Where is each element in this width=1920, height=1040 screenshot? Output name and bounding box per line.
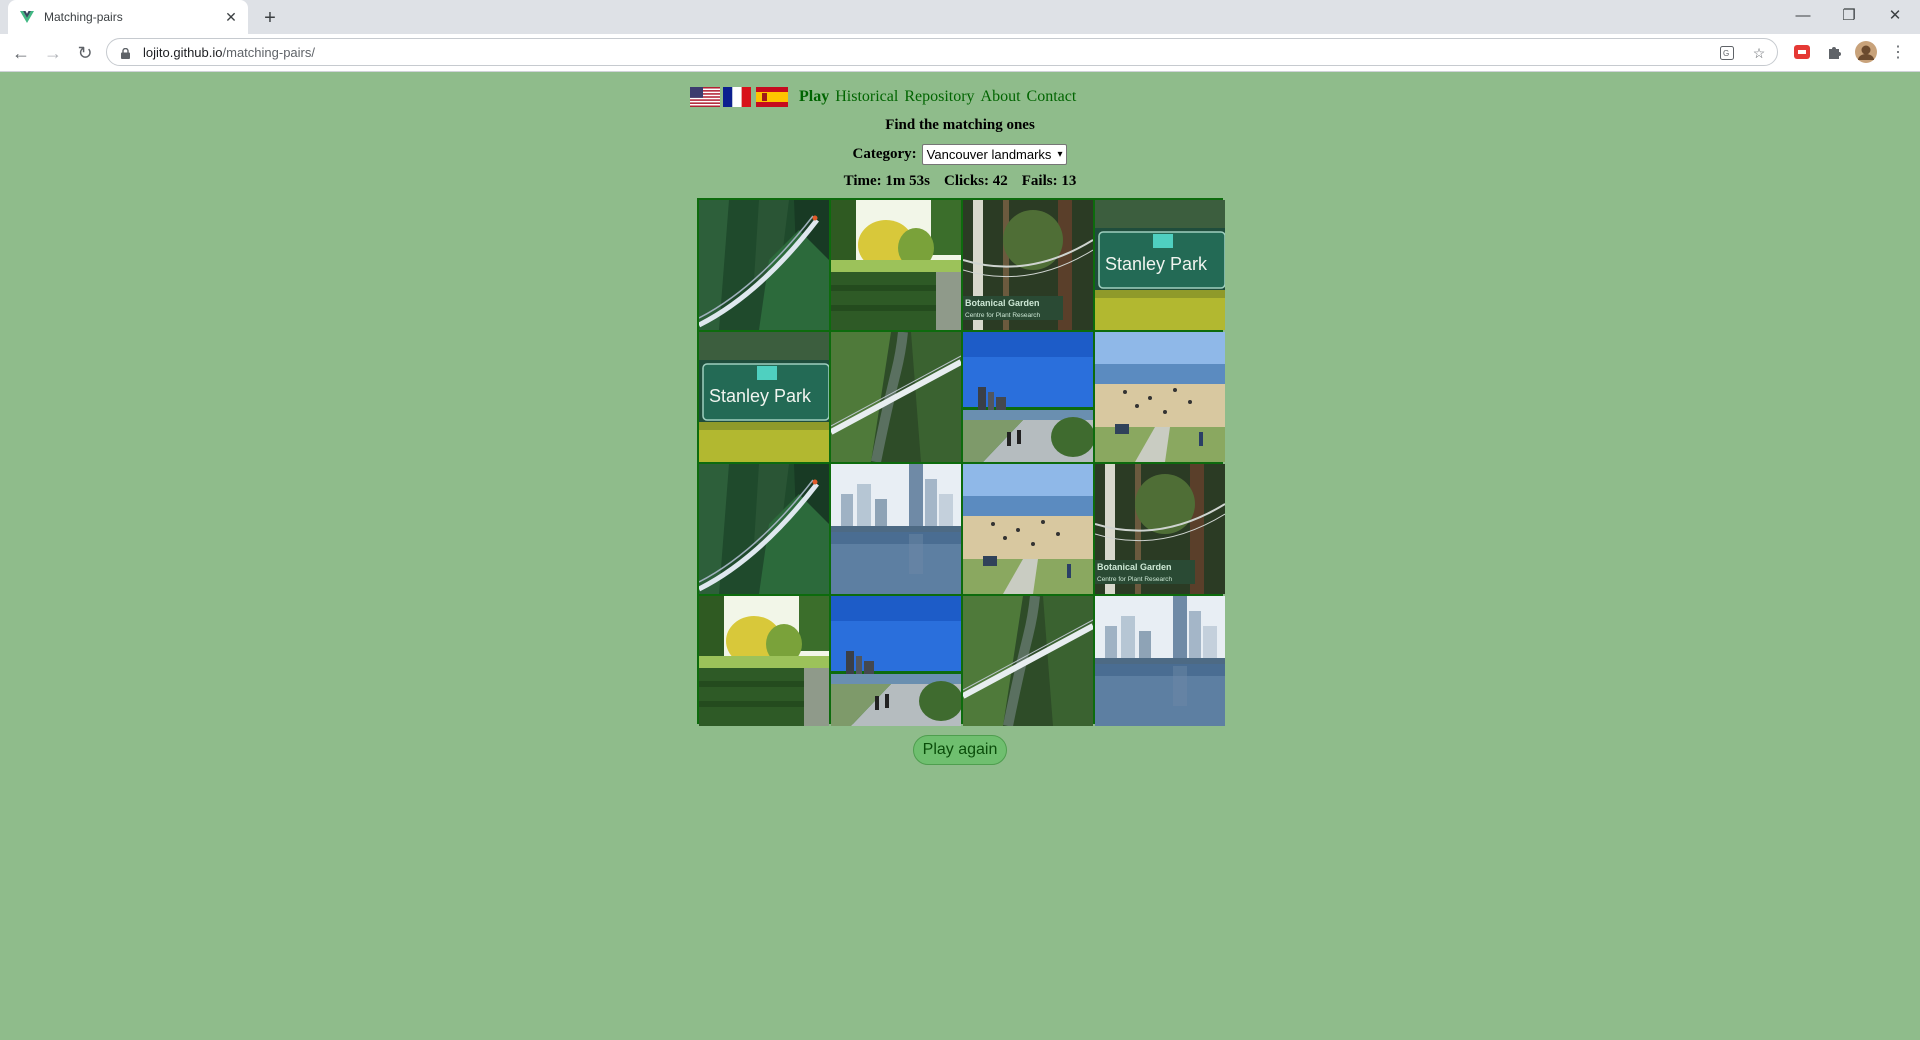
category-label: Category: <box>852 146 917 162</box>
card-capilano-bridge-canyon[interactable] <box>831 332 961 462</box>
tab-title: Matching-pairs <box>44 10 123 24</box>
card-capilano-bridge-canyon[interactable] <box>963 596 1093 726</box>
menu-kebab-icon[interactable]: ⋮ <box>1886 40 1910 64</box>
capilano-bridge-canyon-photo <box>963 596 1093 726</box>
card-stanley-park-sign[interactable]: Stanley Park <box>699 332 829 462</box>
ubc-sign-line1: Botanical Garden <box>965 298 1040 308</box>
capilano-bridge-canyon-photo <box>831 332 961 462</box>
category-row: Category: Vancouver landmarks ▾ <box>0 144 1920 165</box>
card-garden-maze[interactable] <box>699 596 829 726</box>
garden-maze-photo <box>831 200 961 330</box>
garden-maze-photo <box>699 596 829 726</box>
address-bar[interactable]: lojito.github.io/matching-pairs/ G ☆ <box>106 38 1778 66</box>
url-text: lojito.github.io/matching-pairs/ <box>143 45 315 60</box>
capilano-bridge-tall-photo <box>699 464 829 594</box>
card-capilano-bridge-tall[interactable] <box>699 200 829 330</box>
page-heading: Find the matching ones <box>885 117 1035 133</box>
nav-link-repository[interactable]: Repository <box>904 88 974 106</box>
seawall-skyline-photo <box>963 332 1093 462</box>
card-garden-maze[interactable] <box>831 200 961 330</box>
card-ubc-botanical-garden[interactable]: Botanical Garden Centre for Plant Resear… <box>963 200 1093 330</box>
tab-matching-pairs[interactable]: Matching-pairs ✕ <box>8 0 248 34</box>
es-flag-icon[interactable] <box>756 87 788 107</box>
profile-avatar[interactable] <box>1854 40 1878 64</box>
capilano-bridge-tall-photo <box>699 200 829 330</box>
ubc-botanical-garden-photo: Botanical Garden Centre for Plant Resear… <box>1095 464 1225 594</box>
new-tab-icon[interactable]: + <box>258 6 282 30</box>
nav-link-contact[interactable]: Contact <box>1027 88 1077 106</box>
bookmark-star-icon[interactable]: ☆ <box>1749 43 1769 63</box>
stanley-park-sign-photo: Stanley Park <box>699 332 829 462</box>
tab-close-icon[interactable]: ✕ <box>222 8 240 26</box>
play-again-button[interactable]: Play again <box>913 735 1007 765</box>
card-seawall-skyline[interactable] <box>963 332 1093 462</box>
time-stat: Time: 1m 53s <box>843 173 931 189</box>
card-english-bay-beach[interactable] <box>963 464 1093 594</box>
coal-harbour-towers-photo <box>1095 596 1225 726</box>
english-bay-beach-photo <box>1095 332 1225 462</box>
extension-red-icon[interactable] <box>1790 40 1814 64</box>
nav-link-historical[interactable]: Historical <box>835 88 898 106</box>
stanley-sign-text: Stanley Park <box>1105 254 1208 274</box>
english-bay-beach-photo <box>963 464 1093 594</box>
tab-bar: Matching-pairs ✕ + — ❐ ✕ <box>0 0 1920 34</box>
back-icon[interactable]: ← <box>7 39 35 67</box>
svg-text:G: G <box>1723 49 1729 58</box>
browser-toolbar: ← → ↻ lojito.github.io/matching-pairs/ G… <box>0 34 1920 72</box>
forward-icon[interactable]: → <box>39 39 67 67</box>
clicks-stat: Clicks: 42 <box>944 173 1008 189</box>
card-coal-harbour-towers[interactable] <box>831 464 961 594</box>
close-window-icon[interactable]: ✕ <box>1872 0 1918 30</box>
card-grid: Botanical Garden Centre for Plant Resear… <box>697 198 1225 726</box>
card-english-bay-beach[interactable] <box>1095 332 1225 462</box>
category-selected-value: Vancouver landmarks <box>926 147 1052 162</box>
coal-harbour-towers-photo <box>831 464 961 594</box>
category-select[interactable]: Vancouver landmarks ▾ <box>921 144 1068 165</box>
nav-link-about[interactable]: About <box>981 88 1021 106</box>
fr-flag-icon[interactable] <box>723 87 753 107</box>
game-stats: Time: 1m 53s Clicks: 42 Fails: 13 <box>0 173 1920 190</box>
fails-stat: Fails: 13 <box>1021 173 1077 189</box>
stanley-sign-text: Stanley Park <box>709 386 812 406</box>
vue-favicon-icon <box>20 10 34 24</box>
card-capilano-bridge-tall[interactable] <box>699 464 829 594</box>
seawall-skyline-photo <box>831 596 961 726</box>
card-stanley-park-sign[interactable]: Stanley Park <box>1095 200 1225 330</box>
ubc-sign-line2: Centre for Plant Research <box>965 312 1041 319</box>
nav-links: Play Historical Repository About Contact <box>799 88 1082 106</box>
lock-icon <box>121 46 130 59</box>
top-nav: Play Historical Repository About Contact <box>690 86 1082 108</box>
card-coal-harbour-towers[interactable] <box>1095 596 1225 726</box>
ubc-botanical-garden-photo: Botanical Garden Centre for Plant Resear… <box>963 200 1093 330</box>
chevron-down-icon: ▾ <box>1057 149 1063 160</box>
nav-link-play[interactable]: Play <box>799 88 829 106</box>
stanley-park-sign-photo: Stanley Park <box>1095 200 1225 330</box>
page: Play Historical Repository About Contact… <box>0 72 1920 1040</box>
restore-icon[interactable]: ❐ <box>1826 0 1872 30</box>
reload-icon[interactable]: ↻ <box>71 39 99 67</box>
card-ubc-botanical-garden[interactable]: Botanical Garden Centre for Plant Resear… <box>1095 464 1225 594</box>
translate-icon[interactable]: G <box>1717 43 1737 63</box>
ubc-sign-line2: Centre for Plant Research <box>1097 576 1173 583</box>
ubc-sign-line1: Botanical Garden <box>1097 562 1172 572</box>
us-flag-icon[interactable] <box>690 87 720 107</box>
minimize-icon[interactable]: — <box>1780 0 1826 30</box>
extensions-puzzle-icon[interactable] <box>1822 40 1846 64</box>
card-seawall-skyline[interactable] <box>831 596 961 726</box>
